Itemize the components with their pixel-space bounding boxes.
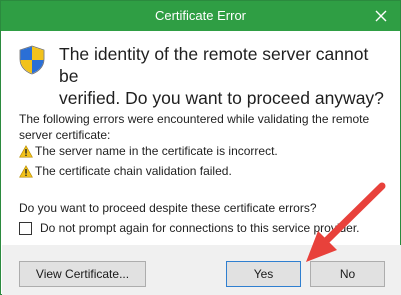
- warning-icon: [19, 164, 33, 177]
- do-not-prompt-option[interactable]: Do not prompt again for connections to t…: [19, 219, 389, 237]
- errors-intro-line-2: server certificate:: [19, 128, 111, 142]
- dialog-header: The identity of the remote server cannot…: [19, 43, 389, 108]
- window-title: Certificate Error: [154, 8, 247, 23]
- error-details: The following errors were encountered wh…: [19, 111, 389, 178]
- error-item-text: The server name in the certificate is in…: [35, 144, 278, 158]
- do-not-prompt-checkbox[interactable]: [19, 221, 32, 235]
- error-item-text: The certificate chain validation failed.: [35, 164, 232, 178]
- no-button[interactable]: No: [310, 261, 385, 287]
- headline-line-1: The identity of the remote server cannot…: [59, 44, 369, 86]
- dialog-headline: The identity of the remote server cannot…: [59, 43, 389, 109]
- headline-line-2: verified. Do you want to proceed anyway?: [59, 88, 384, 108]
- close-button[interactable]: [370, 5, 392, 27]
- yes-button[interactable]: Yes: [226, 261, 301, 287]
- do-not-prompt-label[interactable]: Do not prompt again for connections to t…: [40, 221, 360, 235]
- errors-intro-line-1: The following errors were encountered wh…: [19, 112, 370, 126]
- security-shield-icon: [19, 45, 45, 75]
- error-item: The server name in the certificate is in…: [19, 143, 389, 159]
- proceed-question: Do you want to proceed despite these cer…: [19, 201, 317, 215]
- error-item: The certificate chain validation failed.: [19, 163, 389, 179]
- title-bar: Certificate Error: [1, 1, 400, 31]
- button-bar: View Certificate... Yes No: [2, 245, 401, 295]
- close-icon: [375, 10, 387, 22]
- certificate-error-dialog: Certificate Error The identity of the re…: [0, 0, 401, 295]
- warning-icon: [19, 144, 33, 157]
- view-certificate-button[interactable]: View Certificate...: [19, 261, 146, 287]
